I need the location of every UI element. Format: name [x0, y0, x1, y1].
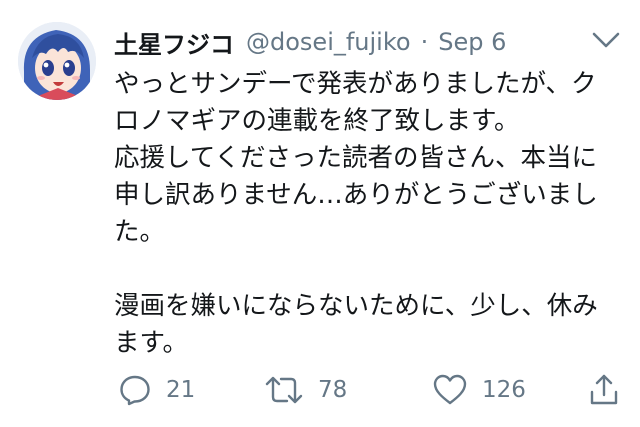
retweet-icon — [265, 376, 303, 404]
share-button[interactable] — [588, 368, 620, 412]
separator-dot: · — [420, 28, 429, 56]
like-button[interactable]: 126 — [432, 368, 526, 412]
reply-count: 21 — [166, 377, 196, 403]
tweet-text-line: た。 — [114, 217, 166, 247]
tweet-menu-button[interactable] — [590, 28, 622, 52]
tweet-text-line — [114, 251, 626, 288]
retweet-button[interactable]: 78 — [264, 368, 347, 412]
tweet-text-line: やっとサンデーで発表がありましたが、ク — [114, 69, 597, 99]
tweet[interactable]: 土星フジコ @dosei_fujiko · Sep 6 やっとサンデーで発表があ… — [0, 0, 640, 427]
like-count: 126 — [482, 377, 526, 403]
tweet-header: 土星フジコ @dosei_fujiko · Sep 6 — [114, 22, 506, 62]
retweet-count: 78 — [318, 377, 348, 403]
share-icon — [590, 374, 618, 405]
avatar[interactable] — [18, 22, 96, 100]
heart-icon — [433, 374, 467, 405]
reply-icon — [120, 375, 150, 406]
display-name[interactable]: 土星フジコ — [114, 25, 234, 60]
tweet-text-line: 申し訳ありません…ありがとうございまし — [114, 180, 598, 210]
tweet-actions: 21 78 126 — [114, 368, 626, 412]
tweet-text-line: 漫画を嫌いにならないために、少し、休み — [114, 291, 598, 321]
reply-button[interactable]: 21 — [118, 368, 195, 412]
tweet-text-line: ます。 — [114, 328, 188, 358]
tweet-text-line: 応援してくださった読者の皆さん、本当に — [114, 143, 597, 173]
tweet-text-line: ロノマギアの連載を終了致します。 — [114, 106, 520, 136]
anime-girl-avatar-image — [18, 22, 96, 100]
user-handle[interactable]: @dosei_fujiko — [246, 28, 411, 56]
tweet-date[interactable]: Sep 6 — [438, 28, 506, 56]
chevron-down-icon — [592, 32, 620, 48]
tweet-text: やっとサンデーで発表がありましたが、ク ロノマギアの連載を終了致します。 応援し… — [114, 66, 626, 362]
